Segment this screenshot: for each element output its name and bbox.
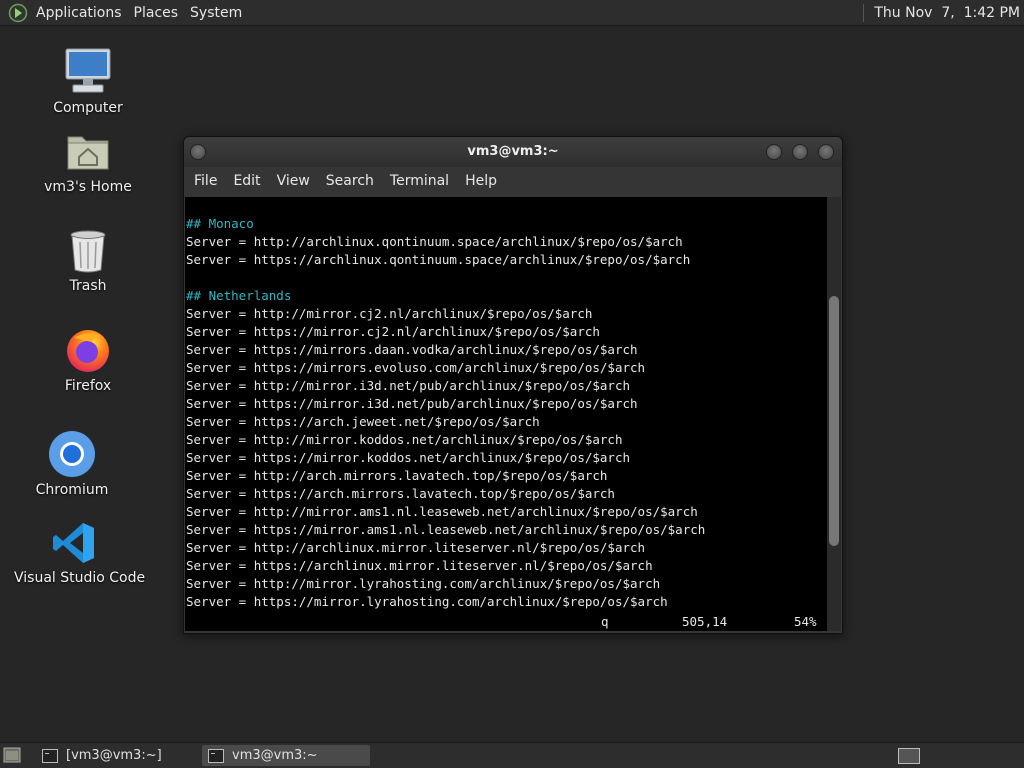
terminal-line: Server = https://arch.mirrors.lavatech.t…: [186, 486, 615, 501]
desktop-icon-vscode[interactable]: Visual Studio Code: [14, 520, 145, 586]
terminal-line: Server = http://mirror.cj2.nl/archlinux/…: [186, 306, 593, 321]
top-panel: Applications Places System Thu Nov 7, 1:…: [0, 0, 1024, 26]
terminal-line: Server = https://mirrors.evoluso.com/arc…: [186, 360, 646, 375]
distro-logo-icon[interactable]: [8, 3, 28, 23]
terminal-icon: [208, 748, 224, 763]
maximize-button[interactable]: [792, 144, 808, 160]
terminal-line: Server = http://archlinux.mirror.liteser…: [186, 540, 646, 555]
system-menu[interactable]: System: [184, 5, 248, 21]
close-button[interactable]: [818, 144, 834, 160]
show-desktop-icon[interactable]: [3, 747, 21, 763]
terminal-line: Server = http://mirror.lyrahosting.com/a…: [186, 576, 661, 591]
terminal-line: Server = https://mirror.i3d.net/pub/arch…: [186, 396, 638, 411]
panel-separator: [863, 3, 865, 22]
desktop-icon-computer[interactable]: Computer: [28, 46, 148, 116]
terminal-comment-line: ## Netherlands: [186, 288, 292, 303]
home-folder-icon: [67, 136, 109, 170]
menu-terminal[interactable]: Terminal: [382, 173, 457, 189]
taskbar-item-label: [vm3@vm3:~]: [66, 748, 162, 763]
menu-view[interactable]: View: [269, 173, 318, 189]
cursor-position: 505,14: [682, 614, 728, 629]
terminal-line: Server = https://archlinux.qontinuum.spa…: [186, 252, 691, 267]
applications-menu[interactable]: Applications: [30, 5, 128, 21]
terminal-menubar: File Edit View Search Terminal Help: [184, 167, 842, 195]
minimize-button[interactable]: [766, 144, 782, 160]
terminal-line: Server = https://mirror.ams1.nl.leaseweb…: [186, 522, 706, 537]
clock[interactable]: Thu Nov 7, 1:42 PM: [874, 5, 1020, 21]
top-menu: Applications Places System: [30, 0, 248, 25]
desktop-icon-home[interactable]: vm3's Home: [28, 127, 148, 195]
scroll-percent: 54%: [794, 614, 817, 629]
window-titlebar[interactable]: vm3@vm3:~: [184, 137, 842, 167]
computer-icon: [65, 48, 111, 93]
firefox-icon: [67, 330, 109, 372]
terminal-line: Server = http://mirror.i3d.net/pub/archl…: [186, 378, 631, 393]
places-menu[interactable]: Places: [128, 5, 185, 21]
desktop-icon-label: Visual Studio Code: [14, 570, 146, 586]
desktop-icon-label: Trash: [69, 278, 107, 294]
pager-mode: q: [601, 614, 609, 629]
terminal-line: Server = http://archlinux.qontinuum.spac…: [186, 234, 683, 249]
terminal-line: Server = http://arch.mirrors.lavatech.to…: [186, 468, 608, 483]
bottom-panel: [vm3@vm3:~] vm3@vm3:~: [0, 742, 1024, 768]
terminal-scrollbar[interactable]: [827, 197, 841, 631]
scrollbar-thumb[interactable]: [829, 296, 839, 546]
trash-icon: [70, 230, 106, 273]
desktop-icon-label: Computer: [53, 100, 123, 116]
desktop-icon-label: vm3's Home: [44, 179, 132, 195]
terminal-line: Server = https://mirror.cj2.nl/archlinux…: [186, 324, 600, 339]
menu-edit[interactable]: Edit: [225, 173, 268, 189]
terminal-line: Server = https://mirrors.daan.vodka/arch…: [186, 342, 638, 357]
desktop-icon-label: Chromium: [35, 482, 109, 498]
terminal-window[interactable]: vm3@vm3:~ File Edit View Search Terminal…: [183, 136, 843, 634]
terminal-comment-line: ## Monaco: [186, 216, 254, 231]
terminal-line: Server = http://mirror.ams1.nl.leaseweb.…: [186, 504, 698, 519]
menu-file[interactable]: File: [186, 173, 225, 189]
taskbar-item-active[interactable]: vm3@vm3:~: [202, 745, 370, 766]
desktop-icon-firefox[interactable]: Firefox: [28, 326, 148, 394]
vscode-icon: [53, 523, 94, 563]
terminal-line: Server = https://archlinux.mirror.litese…: [186, 558, 653, 573]
desktop-icon-label: Firefox: [64, 378, 112, 394]
chromium-icon: [49, 431, 95, 477]
terminal-icon: [42, 748, 58, 763]
desktop-icon-trash[interactable]: Trash: [28, 228, 148, 294]
terminal-line: Server = https://mirror.lyrahosting.com/…: [186, 594, 668, 609]
taskbar-item-label: vm3@vm3:~: [232, 748, 318, 763]
workspace-switcher[interactable]: [898, 748, 920, 764]
terminal-output[interactable]: ## Monaco Server = http://archlinux.qonti…: [185, 197, 827, 631]
menu-help[interactable]: Help: [457, 173, 505, 189]
taskbar-item[interactable]: [vm3@vm3:~]: [36, 745, 198, 766]
terminal-line: Server = http://mirror.koddos.net/archli…: [186, 432, 623, 447]
pager-status-line: q 505,14 54%: [185, 613, 827, 631]
menu-search[interactable]: Search: [318, 173, 382, 189]
terminal-line: Server = https://arch.jeweet.net/$repo/o…: [186, 414, 540, 429]
window-title: vm3@vm3:~: [467, 144, 559, 159]
desktop-icon-chromium[interactable]: Chromium: [12, 430, 132, 498]
window-menu-button[interactable]: [190, 144, 206, 160]
terminal-line: Server = https://mirror.koddos.net/archl…: [186, 450, 631, 465]
